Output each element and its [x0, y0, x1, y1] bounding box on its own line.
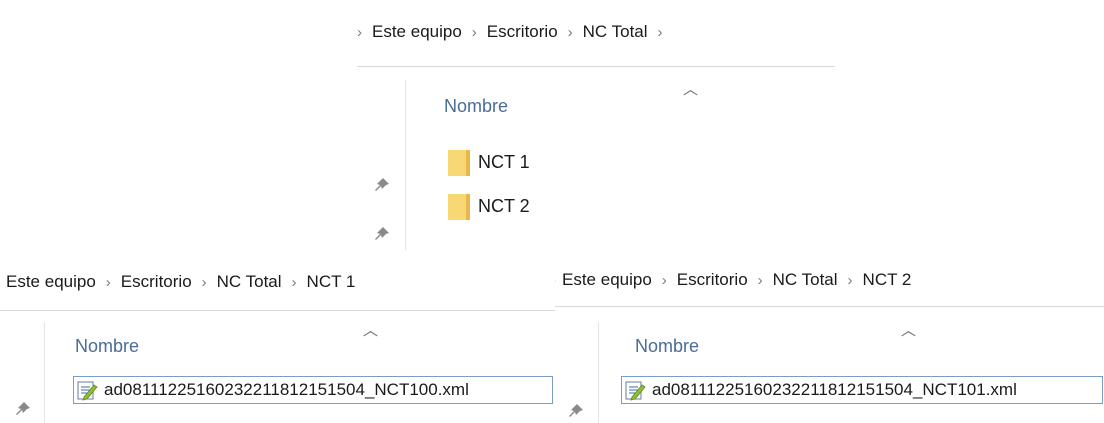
chevron-right-icon[interactable]: › — [555, 272, 556, 289]
explorer-window-nct-1: Este equipo › Escritorio › NC Total › NC… — [0, 250, 555, 423]
breadcrumb-nc-total[interactable]: NC Total — [583, 22, 648, 42]
list-item[interactable]: NCT 2 — [448, 192, 530, 220]
chevron-right-icon[interactable]: › — [292, 274, 297, 291]
column-header-nombre[interactable]: Nombre — [75, 336, 139, 357]
breadcrumb-escritorio[interactable]: Escritorio — [487, 22, 558, 42]
xml-file-icon — [77, 381, 98, 401]
pin-icon[interactable] — [373, 176, 391, 194]
sort-ascending-caret-icon: ︿ — [901, 322, 917, 339]
file-name: ad08111225160232211812151504_NCT100.xml — [104, 380, 469, 399]
pin-icon[interactable] — [373, 225, 391, 243]
breadcrumb-nct-1[interactable]: NCT 1 — [307, 272, 356, 292]
chevron-right-icon[interactable]: › — [758, 272, 763, 289]
chevron-right-icon[interactable]: › — [357, 24, 362, 41]
folder-icon — [448, 194, 470, 220]
column-header-nombre[interactable]: Nombre — [635, 336, 699, 357]
chevron-right-icon[interactable]: › — [848, 272, 853, 289]
pin-icon[interactable] — [14, 400, 32, 418]
file-name: ad08111225160232211812151504_NCT101.xml — [652, 380, 1017, 399]
breadcrumb-escritorio[interactable]: Escritorio — [677, 270, 748, 290]
folder-name: NCT 1 — [478, 151, 530, 172]
breadcrumb: Este equipo › Escritorio › NC Total › NC… — [6, 272, 355, 292]
sort-ascending-caret-icon: ︿ — [363, 322, 379, 339]
explorer-window-nct-2: › Este equipo › Escritorio › NC Total › … — [555, 250, 1104, 423]
breadcrumb-nct-2[interactable]: NCT 2 — [863, 270, 912, 290]
file-item[interactable]: ad08111225160232211812151504_NCT100.xml — [73, 376, 553, 404]
breadcrumb: › Este equipo › Escritorio › NC Total › — [357, 22, 673, 42]
chevron-right-icon[interactable]: › — [568, 24, 573, 41]
chevron-right-icon[interactable]: › — [662, 272, 667, 289]
chevron-right-icon[interactable]: › — [472, 24, 477, 41]
explorer-window-nc-total: › Este equipo › Escritorio › NC Total › … — [357, 0, 837, 250]
list-item[interactable]: NCT 1 — [448, 148, 530, 176]
divider — [555, 306, 1104, 307]
xml-file-icon — [625, 381, 646, 401]
divider — [357, 66, 835, 67]
sort-ascending-caret-icon: ︿ — [683, 81, 699, 98]
breadcrumb-este-equipo[interactable]: Este equipo — [6, 272, 96, 292]
column-header-nombre[interactable]: Nombre — [444, 96, 508, 117]
pin-icon[interactable] — [567, 402, 585, 420]
breadcrumb-este-equipo[interactable]: Este equipo — [372, 22, 462, 42]
nav-pane-divider[interactable] — [44, 322, 45, 423]
chevron-right-icon[interactable]: › — [658, 24, 663, 41]
breadcrumb-este-equipo[interactable]: Este equipo — [562, 270, 652, 290]
breadcrumb: › Este equipo › Escritorio › NC Total › … — [555, 270, 911, 290]
breadcrumb-escritorio[interactable]: Escritorio — [121, 272, 192, 292]
divider — [0, 310, 555, 311]
folder-icon — [448, 150, 470, 176]
breadcrumb-nc-total[interactable]: NC Total — [217, 272, 282, 292]
nav-pane-divider[interactable] — [598, 322, 599, 423]
chevron-right-icon[interactable]: › — [202, 274, 207, 291]
nav-pane-divider[interactable] — [405, 80, 406, 250]
folder-name: NCT 2 — [478, 195, 530, 216]
breadcrumb-nc-total[interactable]: NC Total — [773, 270, 838, 290]
file-item[interactable]: ad08111225160232211812151504_NCT101.xml — [621, 376, 1103, 404]
chevron-right-icon[interactable]: › — [106, 274, 111, 291]
